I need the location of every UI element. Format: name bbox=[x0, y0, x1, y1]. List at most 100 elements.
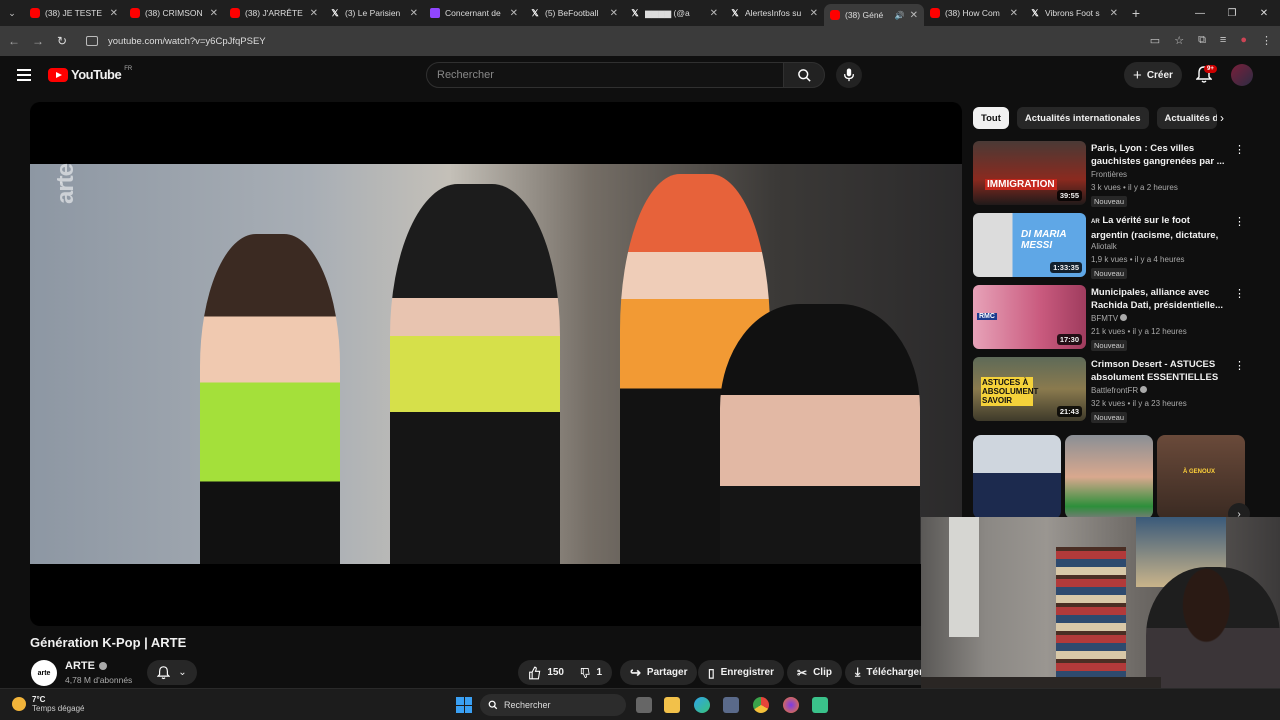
browser-tab[interactable]: (38) How Com ✕ bbox=[924, 2, 1024, 24]
bookmark-star-icon[interactable]: ☆ bbox=[1174, 34, 1184, 47]
close-tab-icon[interactable]: ✕ bbox=[110, 8, 118, 19]
weather-widget[interactable]: 7°C Temps dégagé bbox=[12, 695, 84, 713]
recommendation-title[interactable]: Crimson Desert - ASTUCES absolument ESSE… bbox=[1091, 358, 1226, 384]
video-thumbnail[interactable]: DI MARIA MESSI 1:33:35 bbox=[973, 213, 1086, 277]
recommendation-item[interactable]: RMC 17:30 Municipales, alliance avec Rac… bbox=[973, 285, 1245, 351]
media-controls-icon[interactable]: ≡ bbox=[1220, 34, 1226, 47]
share-button[interactable]: ↪ Partager bbox=[620, 660, 698, 685]
more-actions-icon[interactable]: ⋮ bbox=[1234, 143, 1245, 156]
edge-icon[interactable] bbox=[694, 697, 710, 713]
recommendation-channel-row[interactable]: BattlefrontFR bbox=[1091, 386, 1148, 395]
short-thumbnail[interactable] bbox=[1065, 435, 1153, 519]
video-duration: 21:43 bbox=[1056, 406, 1082, 417]
close-tab-icon[interactable]: ✕ bbox=[610, 8, 618, 19]
reload-icon[interactable]: ↻ bbox=[50, 34, 74, 48]
chrome-icon[interactable] bbox=[753, 697, 769, 713]
app-icon[interactable] bbox=[812, 697, 828, 713]
account-avatar[interactable] bbox=[1231, 64, 1253, 86]
clip-button[interactable]: ✂ Clip bbox=[787, 660, 842, 685]
subscription-bell-button[interactable]: ⌄ bbox=[147, 660, 197, 685]
windows-start-icon[interactable] bbox=[456, 697, 472, 713]
youtube-logo[interactable]: YouTube FR bbox=[48, 66, 132, 82]
verified-icon bbox=[98, 662, 107, 670]
close-tab-icon[interactable]: ✕ bbox=[1110, 8, 1118, 19]
close-tab-icon[interactable]: ✕ bbox=[510, 8, 518, 19]
channel-name[interactable]: ARTE bbox=[65, 660, 95, 672]
tab-title: AlertesInfos su bbox=[745, 8, 802, 18]
url-field[interactable]: youtube.com/watch?v=y6CpJfqPSEY bbox=[108, 36, 266, 47]
recommendation-channel[interactable]: Aliotalk bbox=[1091, 242, 1117, 251]
browser-tab[interactable]: 𝕏 (5) BeFootball ✕ bbox=[524, 2, 624, 24]
browser-tab[interactable]: 𝕏 Vibrons Foot s ✕ bbox=[1024, 2, 1124, 24]
recommendation-channel-row[interactable]: BFMTV bbox=[1091, 314, 1128, 323]
channel-avatar[interactable]: arte bbox=[31, 660, 57, 686]
like-button[interactable]: 150 bbox=[518, 660, 574, 685]
chevron-right-icon[interactable]: › bbox=[1220, 111, 1224, 125]
forward-icon[interactable]: → bbox=[26, 34, 50, 48]
extensions-icon[interactable]: ⧉ bbox=[1198, 34, 1206, 47]
file-explorer-icon[interactable] bbox=[664, 697, 680, 713]
profile-icon[interactable]: ● bbox=[1240, 34, 1247, 47]
recommendation-title[interactable]: Paris, Lyon : Ces villes gauchistes gang… bbox=[1091, 142, 1226, 168]
recommendation-channel[interactable]: BFMTV bbox=[1091, 314, 1118, 323]
store-icon[interactable] bbox=[723, 697, 739, 713]
browser-tab[interactable]: (38) JE TESTE L ✕ bbox=[24, 2, 124, 24]
share-icon: ↪ bbox=[630, 664, 641, 680]
download-button[interactable]: ⤓ Télécharger bbox=[845, 660, 923, 685]
tab-search-button[interactable]: ⌄ bbox=[0, 0, 24, 26]
close-tab-icon[interactable]: ✕ bbox=[710, 8, 718, 19]
save-button[interactable]: ▯ Enregistrer bbox=[698, 660, 784, 685]
close-tab-icon[interactable]: ✕ bbox=[410, 8, 418, 19]
more-actions-icon[interactable]: ⋮ bbox=[1234, 287, 1245, 300]
browser-tab[interactable]: (38) J'ARRÊTE ✕ bbox=[224, 2, 324, 24]
browser-tab[interactable]: 𝕏 AlertesInfos su ✕ bbox=[724, 2, 824, 24]
video-thumbnail[interactable]: IMMIGRATION 39:55 bbox=[973, 141, 1086, 205]
close-tab-icon[interactable]: ✕ bbox=[210, 8, 218, 19]
guide-menu-icon[interactable] bbox=[17, 69, 31, 81]
search-button[interactable] bbox=[783, 62, 825, 88]
task-view-icon[interactable] bbox=[636, 697, 652, 713]
back-icon[interactable]: ← bbox=[2, 34, 26, 48]
close-tab-icon[interactable]: ✕ bbox=[910, 10, 918, 21]
cast-icon[interactable]: ▭ bbox=[1150, 34, 1160, 47]
video-thumbnail[interactable]: ASTUCES À ABSOLUMENT SAVOIR 21:43 bbox=[973, 357, 1086, 421]
browser-tab[interactable]: 𝕏 (3) Le Parisien ✕ bbox=[324, 2, 424, 24]
video-player[interactable]: arte bbox=[30, 102, 962, 626]
site-info-icon[interactable] bbox=[86, 36, 98, 46]
speaker-icon[interactable]: 🔊 bbox=[895, 11, 905, 20]
recommendation-item[interactable]: DI MARIA MESSI 1:33:35 AR La vérité sur … bbox=[973, 213, 1245, 279]
create-button[interactable]: + Créer bbox=[1124, 62, 1182, 88]
recommendation-item[interactable]: IMMIGRATION 39:55 Paris, Lyon : Ces vill… bbox=[973, 141, 1245, 207]
browser-tab[interactable]: (38) Géné 🔊 ✕ bbox=[824, 4, 924, 26]
close-tab-icon[interactable]: ✕ bbox=[1010, 8, 1018, 19]
close-tab-icon[interactable]: ✕ bbox=[810, 8, 818, 19]
more-actions-icon[interactable]: ⋮ bbox=[1234, 359, 1245, 372]
maximize-button[interactable]: ❐ bbox=[1216, 8, 1248, 19]
browser-tab[interactable]: 𝕏 ▆▆▆▆ (@a ✕ bbox=[624, 2, 724, 24]
browser-menu-icon[interactable]: ⋮ bbox=[1261, 34, 1272, 47]
recommendation-title[interactable]: AR La vérité sur le foot argentin (racis… bbox=[1091, 214, 1226, 240]
browser-tab[interactable]: (38) CRIMSON ✕ bbox=[124, 2, 224, 24]
recommendation-meta: 32 k vues • il y a 23 heures bbox=[1091, 399, 1187, 408]
recommendation-channel[interactable]: Frontières bbox=[1091, 170, 1127, 179]
recommendation-title[interactable]: Municipales, alliance avec Rachida Dati,… bbox=[1091, 286, 1226, 312]
recommendation-channel[interactable]: BattlefrontFR bbox=[1091, 386, 1138, 395]
more-actions-icon[interactable]: ⋮ bbox=[1234, 215, 1245, 228]
voice-search-button[interactable] bbox=[836, 62, 862, 88]
chip-international-news[interactable]: Actualités internationales bbox=[1016, 107, 1149, 129]
close-window-button[interactable]: ✕ bbox=[1248, 8, 1280, 19]
minimize-button[interactable]: — bbox=[1184, 8, 1216, 19]
chip-all[interactable]: Tout bbox=[973, 107, 1009, 129]
video-thumbnail[interactable]: RMC 17:30 bbox=[973, 285, 1086, 349]
short-thumbnail[interactable] bbox=[973, 435, 1061, 519]
browser-tab[interactable]: Concernant de ✕ bbox=[424, 2, 524, 24]
firefox-icon[interactable] bbox=[783, 697, 799, 713]
recommendation-item[interactable]: ASTUCES À ABSOLUMENT SAVOIR 21:43 Crimso… bbox=[973, 357, 1245, 423]
close-tab-icon[interactable]: ✕ bbox=[310, 8, 318, 19]
channel-name-row[interactable]: ARTE bbox=[65, 660, 107, 672]
dislike-button[interactable]: 1 bbox=[574, 660, 612, 685]
taskbar-search[interactable]: Rechercher bbox=[480, 694, 626, 716]
new-tab-button[interactable]: + bbox=[1124, 5, 1148, 21]
search-input[interactable]: Rechercher bbox=[426, 62, 784, 88]
chip-news[interactable]: Actualités di bbox=[1156, 107, 1217, 129]
